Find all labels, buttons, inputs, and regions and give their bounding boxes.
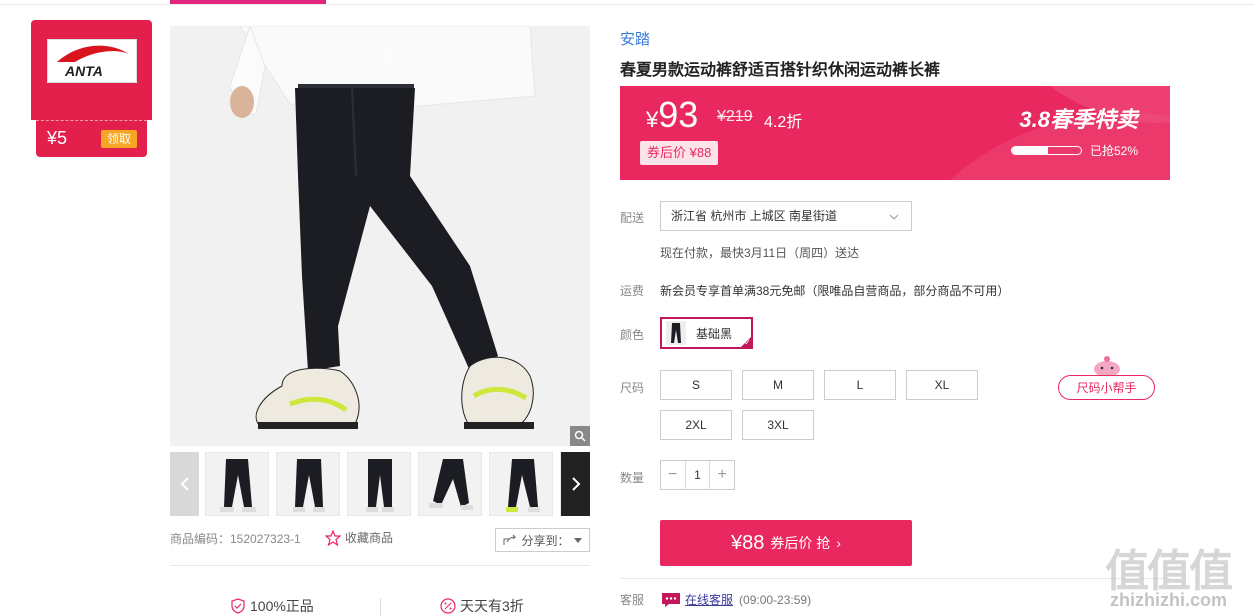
- guarantee-authentic-label: 100%正品: [250, 598, 314, 614]
- size-option-3xl[interactable]: 3XL: [742, 410, 814, 440]
- color-label: 颜色: [620, 328, 645, 342]
- quantity-stepper: − 1 +: [660, 460, 735, 490]
- thumbnail-carousel: [170, 452, 590, 516]
- sold-progress-bar: [1011, 146, 1082, 155]
- online-service-link[interactable]: 在线客服: [685, 591, 733, 608]
- discount-rate: 4.2折: [764, 114, 803, 131]
- favorite-button[interactable]: 收藏商品: [325, 529, 393, 546]
- size-option-m[interactable]: M: [742, 370, 814, 400]
- divider: [170, 565, 590, 566]
- service-hours: (09:00-23:59): [739, 592, 812, 607]
- watermark-url: zhizhizhi.com: [1110, 590, 1227, 610]
- quantity-label: 数量: [620, 471, 645, 485]
- delivery-address-value: 浙江省 杭州市 上城区 南星街道: [671, 209, 838, 223]
- share-dropdown[interactable]: 分享到：: [495, 528, 590, 552]
- brand-card-header: ANTA: [31, 20, 152, 120]
- top-divider: [0, 4, 1254, 5]
- size-option-2xl[interactable]: 2XL: [660, 410, 732, 440]
- brand-coupon-card[interactable]: ANTA ¥5 领取: [31, 20, 152, 158]
- price-currency: ¥: [646, 107, 659, 132]
- thumbnail-image: [366, 459, 394, 512]
- size-helper-button[interactable]: 尺码小帮手: [1058, 375, 1155, 400]
- share-label: 分享到：: [521, 533, 570, 548]
- color-option-selected[interactable]: 基础黑 ✓: [660, 317, 753, 349]
- buy-button-amount: ¥88: [731, 531, 765, 554]
- shipping-label: 运费: [620, 284, 645, 298]
- color-swatch-image: [666, 321, 686, 345]
- delivery-eta: 现在付款，最快3月11日（周四）送达: [660, 246, 860, 260]
- chevron-down-icon: [889, 202, 899, 230]
- product-code: 商品编码：152027323-1: [170, 532, 301, 546]
- buy-now-button[interactable]: ¥88 券后价 抢 ›: [660, 520, 912, 566]
- anta-logo[interactable]: ANTA: [47, 39, 137, 83]
- shield-check-icon: [231, 598, 245, 614]
- thumbnail-image: [293, 459, 325, 512]
- thumbnail-image: [220, 459, 256, 512]
- percent-icon: [440, 598, 456, 614]
- thumbnail[interactable]: [418, 452, 482, 516]
- customer-service-row: 客服 在线客服 (09:00-23:59): [620, 591, 811, 608]
- service-label: 客服: [620, 593, 645, 607]
- coupon-price-badge: 券后价 ¥88: [640, 141, 719, 165]
- original-price: ¥219: [717, 108, 753, 125]
- guarantee-divider: [380, 598, 381, 616]
- current-price: ¥93: [646, 94, 698, 136]
- thumbnail-image: [429, 459, 473, 510]
- logo-wordmark: ANTA: [64, 63, 103, 79]
- guarantee-discount: 天天有3折: [440, 596, 524, 616]
- sold-percent: 已抢52%: [1090, 144, 1139, 158]
- thumbnail-image: [506, 459, 540, 512]
- size-helper-mascot-icon: [1094, 356, 1120, 375]
- checkmark-icon: ✓: [744, 338, 751, 347]
- magnifier-icon: [574, 430, 586, 442]
- coupon-strip: ¥5 领取: [36, 120, 147, 157]
- price-banner: ¥93 ¥219 4.2折 券后价 ¥88 3.8春季特卖 已抢52%: [620, 86, 1170, 180]
- divider: [620, 578, 1170, 579]
- favorite-label: 收藏商品: [345, 531, 394, 545]
- event-title: 3.8春季特卖: [1019, 107, 1138, 132]
- size-option-l[interactable]: L: [824, 370, 896, 400]
- pants-model-illustration: [170, 26, 590, 446]
- guarantee-authentic: 100%正品: [230, 596, 314, 616]
- thumbnail[interactable]: [347, 452, 411, 516]
- thumbnail[interactable]: [205, 452, 269, 516]
- quantity-increase-button[interactable]: +: [710, 461, 734, 489]
- thumbnail[interactable]: [276, 452, 340, 516]
- thumbnail-next-button[interactable]: [561, 452, 590, 516]
- claim-coupon-button[interactable]: 领取: [101, 130, 137, 148]
- size-option-xl[interactable]: XL: [906, 370, 978, 400]
- quantity-decrease-button[interactable]: −: [661, 461, 685, 489]
- star-icon: [325, 529, 341, 546]
- brand-link[interactable]: 安踏: [620, 28, 650, 49]
- caret-down-icon: [573, 537, 582, 543]
- zoom-icon[interactable]: [570, 426, 590, 446]
- shipping-info: 新会员专享首单满38元免邮（限唯品自营商品，部分商品不可用）: [660, 284, 1010, 298]
- main-product-image[interactable]: [170, 26, 590, 446]
- chevron-right-icon: ›: [836, 535, 841, 551]
- sold-progress-fill: [1012, 147, 1048, 154]
- chevron-left-icon: [180, 477, 189, 491]
- chevron-right-icon: [571, 477, 580, 491]
- delivery-address-select[interactable]: 浙江省 杭州市 上城区 南星街道: [660, 201, 912, 231]
- size-label: 尺码: [620, 381, 645, 395]
- thumbnail-prev-button[interactable]: [170, 452, 199, 516]
- coupon-amount: ¥5: [47, 128, 68, 148]
- active-tab-indicator: [170, 0, 326, 4]
- chat-icon: [662, 592, 681, 607]
- thumbnail[interactable]: [489, 452, 553, 516]
- buy-button-text: 券后价 抢: [770, 535, 831, 551]
- delivery-label: 配送: [620, 211, 645, 225]
- share-icon: [503, 534, 517, 545]
- product-title: 春夏男款运动裤舒适百搭针织休闲运动裤长裤: [620, 62, 941, 79]
- price-value: 93: [658, 94, 699, 135]
- color-option-label: 基础黑: [696, 326, 733, 341]
- anta-logo-icon: ANTA: [57, 45, 129, 79]
- guarantee-discount-label: 天天有3折: [460, 598, 524, 614]
- size-option-s[interactable]: S: [660, 370, 732, 400]
- quantity-input[interactable]: 1: [684, 461, 711, 489]
